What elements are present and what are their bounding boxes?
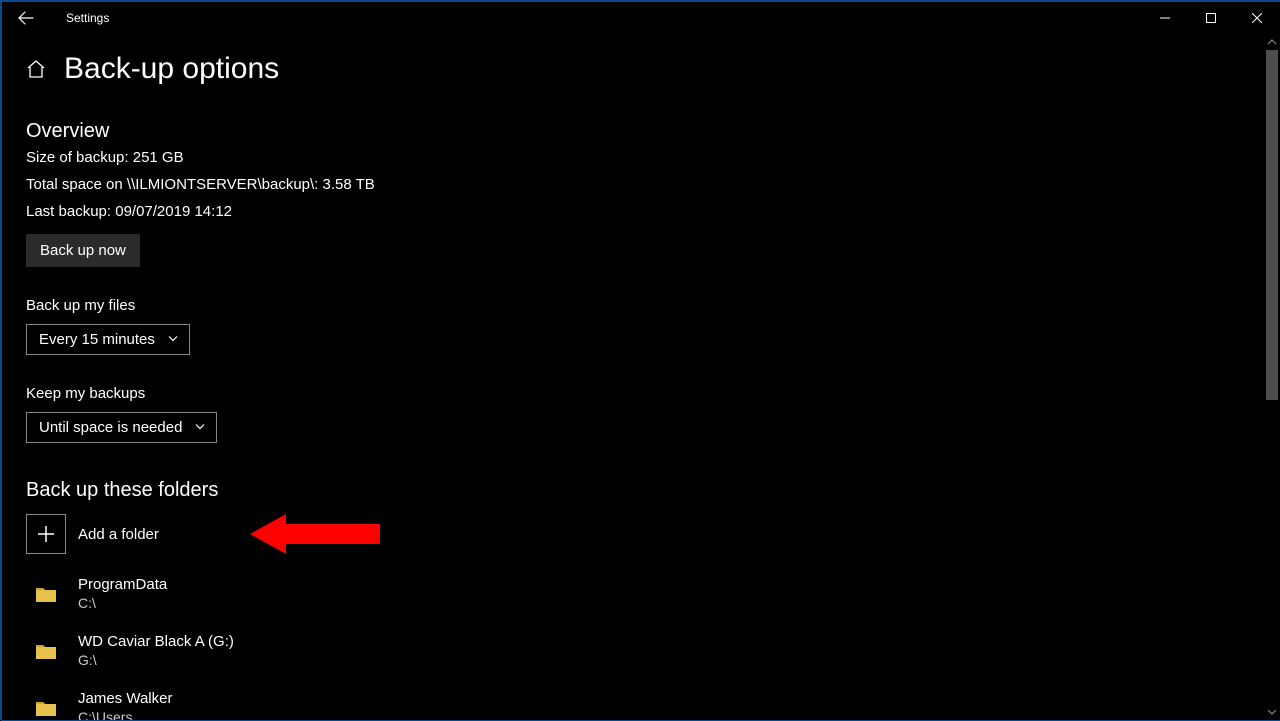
- folder-icon: [26, 585, 66, 603]
- chevron-down-icon: [194, 419, 206, 436]
- backup-now-button[interactable]: Back up now: [26, 234, 140, 267]
- scroll-thumb[interactable]: [1266, 50, 1278, 400]
- window-controls: [1142, 2, 1280, 34]
- vertical-scrollbar[interactable]: [1264, 34, 1280, 720]
- add-folder-label: Add a folder: [78, 526, 159, 543]
- frequency-value: Every 15 minutes: [39, 331, 155, 348]
- scroll-up-button[interactable]: [1264, 34, 1280, 50]
- frequency-label: Back up my files: [26, 297, 1264, 314]
- folder-list: ProgramData C:\ WD Caviar Black A (G:) G:\…: [26, 576, 1264, 720]
- retention-select[interactable]: Until space is needed: [26, 412, 217, 443]
- folder-name: WD Caviar Black A (G:): [78, 633, 234, 650]
- last-backup-line: Last backup: 09/07/2019 14:12: [26, 203, 1264, 220]
- folder-text: ProgramData C:\: [78, 576, 167, 611]
- folder-path: G:\: [78, 652, 234, 668]
- window-title: Settings: [66, 11, 109, 25]
- plus-icon: [26, 514, 66, 554]
- home-icon: [26, 59, 46, 79]
- scroll-track[interactable]: [1264, 50, 1280, 704]
- folder-path: C:\Users: [78, 709, 172, 720]
- home-button[interactable]: [26, 59, 46, 79]
- folder-item[interactable]: WD Caviar Black A (G:) G:\: [26, 633, 1264, 668]
- caret-up-icon: [1267, 37, 1277, 47]
- titlebar: Settings: [2, 2, 1280, 34]
- folder-icon: [26, 699, 66, 717]
- scroll-down-button[interactable]: [1264, 704, 1280, 720]
- total-space-line: Total space on \\ILMIONTSERVER\backup\: …: [26, 176, 1264, 193]
- minimize-icon: [1160, 13, 1170, 23]
- retention-label: Keep my backups: [26, 385, 1264, 402]
- minimize-button[interactable]: [1142, 2, 1188, 34]
- add-folder-button[interactable]: Add a folder: [26, 514, 1264, 554]
- back-arrow-icon: [18, 10, 34, 26]
- frequency-select[interactable]: Every 15 minutes: [26, 324, 190, 355]
- close-button[interactable]: [1234, 2, 1280, 34]
- page-title: Back-up options: [64, 52, 279, 86]
- folder-name: James Walker: [78, 690, 172, 707]
- folder-text: James Walker C:\Users: [78, 690, 172, 720]
- folder-item[interactable]: ProgramData C:\: [26, 576, 1264, 611]
- backup-size-line: Size of backup: 251 GB: [26, 149, 1264, 166]
- maximize-button[interactable]: [1188, 2, 1234, 34]
- caret-down-icon: [1267, 707, 1277, 717]
- maximize-icon: [1206, 13, 1216, 23]
- folder-icon: [26, 642, 66, 660]
- folder-item[interactable]: James Walker C:\Users: [26, 690, 1264, 720]
- back-button[interactable]: [6, 2, 46, 34]
- chevron-down-icon: [167, 331, 179, 348]
- close-icon: [1252, 13, 1262, 23]
- folder-name: ProgramData: [78, 576, 167, 593]
- folders-heading: Back up these folders: [26, 479, 1264, 502]
- overview-heading: Overview: [26, 120, 1264, 143]
- folder-text: WD Caviar Black A (G:) G:\: [78, 633, 234, 668]
- content-area: Back-up options Overview Size of backup:…: [2, 34, 1264, 720]
- retention-value: Until space is needed: [39, 419, 182, 436]
- page-header: Back-up options: [26, 52, 1264, 86]
- folder-path: C:\: [78, 595, 167, 611]
- titlebar-left: Settings: [6, 2, 109, 34]
